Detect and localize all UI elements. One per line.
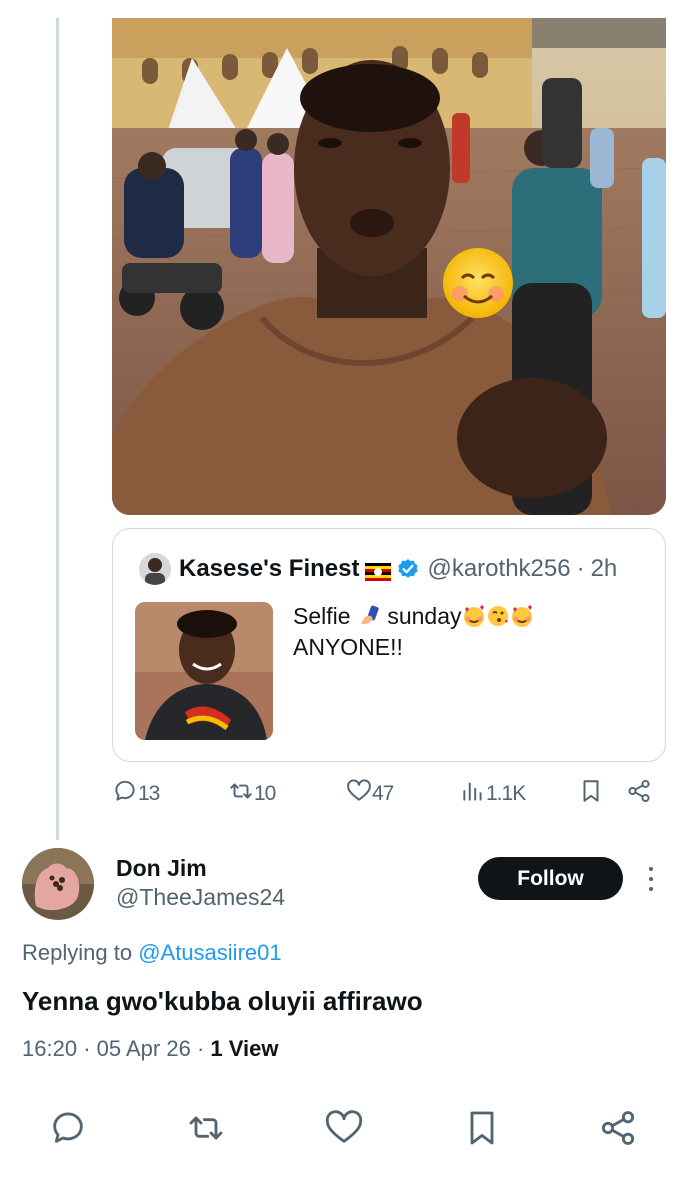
quoted-timestamp[interactable]: 2h — [591, 555, 618, 583]
reply-icon[interactable] — [48, 1108, 88, 1148]
share-icon[interactable] — [598, 1108, 638, 1148]
meta-separator: · — [83, 1036, 91, 1061]
repost-count: 10 — [254, 782, 276, 805]
reply-action[interactable]: 13 — [112, 778, 160, 810]
reply-date[interactable]: 05 Apr 26 — [97, 1036, 191, 1061]
repost-icon — [228, 778, 254, 810]
selfie-emoji-icon — [357, 604, 381, 628]
like-count: 47 — [372, 782, 394, 805]
repost-action[interactable]: 10 — [228, 778, 276, 810]
reply-action-bar — [0, 1108, 688, 1152]
smiling-hearts-emoji-icon — [462, 604, 486, 628]
views-count: 1.1K — [486, 782, 526, 805]
bookmark-icon[interactable] — [462, 1108, 502, 1148]
reply-views-label: View — [228, 1036, 279, 1061]
quoted-handle[interactable]: @karothk256 — [427, 555, 570, 583]
reply-display-name[interactable]: Don Jim — [116, 855, 207, 882]
quoted-image[interactable] — [135, 602, 273, 740]
reply-tweet-text: Yenna gwo'kubba oluyii affirawo — [22, 986, 423, 1016]
follow-button[interactable]: Follow — [478, 857, 623, 900]
bookmark-icon — [578, 778, 604, 810]
verified-badge-icon — [397, 558, 419, 580]
reply-time[interactable]: 16:20 — [22, 1036, 77, 1061]
reply-avatar[interactable] — [22, 848, 94, 920]
meta-separator: · — [196, 1036, 205, 1061]
share-icon — [626, 778, 652, 810]
quoted-separator: · — [576, 555, 585, 582]
tweet-action-bar: 13 10 47 1.1K — [112, 778, 668, 814]
heart-icon[interactable] — [324, 1108, 364, 1148]
quoted-text-line1: Selfie — [293, 603, 351, 629]
like-action[interactable]: 47 — [346, 778, 394, 810]
share-action[interactable] — [626, 778, 652, 810]
quoted-tweet-text: Selfie sunday ANYONE!! — [293, 601, 593, 663]
quoted-text-line2: ANYONE!! — [293, 634, 403, 660]
views-action[interactable]: 1.1K — [460, 778, 526, 810]
uganda-flag-icon — [365, 560, 392, 581]
quoted-tweet-header: Kasese's Finest @karothk256 · 2h — [139, 551, 617, 587]
reply-icon — [112, 778, 138, 810]
replying-to-mention[interactable]: @Atusasiire01 — [138, 940, 281, 965]
thread-connector-line — [56, 18, 59, 840]
bookmark-action[interactable] — [578, 778, 604, 810]
quoted-avatar[interactable] — [139, 553, 171, 585]
reply-views-count: 1 — [210, 1036, 223, 1061]
more-icon[interactable] — [640, 864, 662, 894]
heart-icon — [346, 778, 372, 810]
quoted-tweet-card[interactable]: Kasese's Finest @karothk256 · 2h Selfie … — [112, 528, 666, 762]
quoted-display-name[interactable]: Kasese's Finest — [179, 555, 359, 583]
replying-to-line: Replying to @Atusasiire01 — [22, 940, 282, 966]
reply-count: 13 — [138, 782, 160, 805]
views-icon — [460, 778, 486, 810]
smiling-hearts-emoji-icon — [510, 604, 534, 628]
tweet-photo[interactable] — [112, 18, 666, 515]
quoted-text-word2: sunday — [387, 603, 462, 629]
reply-handle[interactable]: @TheeJames24 — [116, 884, 285, 911]
reply-meta: 16:20 · 05 Apr 26 · 1 View — [22, 1036, 279, 1062]
replying-to-prefix: Replying to — [22, 940, 133, 965]
repost-icon[interactable] — [186, 1108, 226, 1148]
kissing-emoji-icon — [486, 604, 510, 628]
